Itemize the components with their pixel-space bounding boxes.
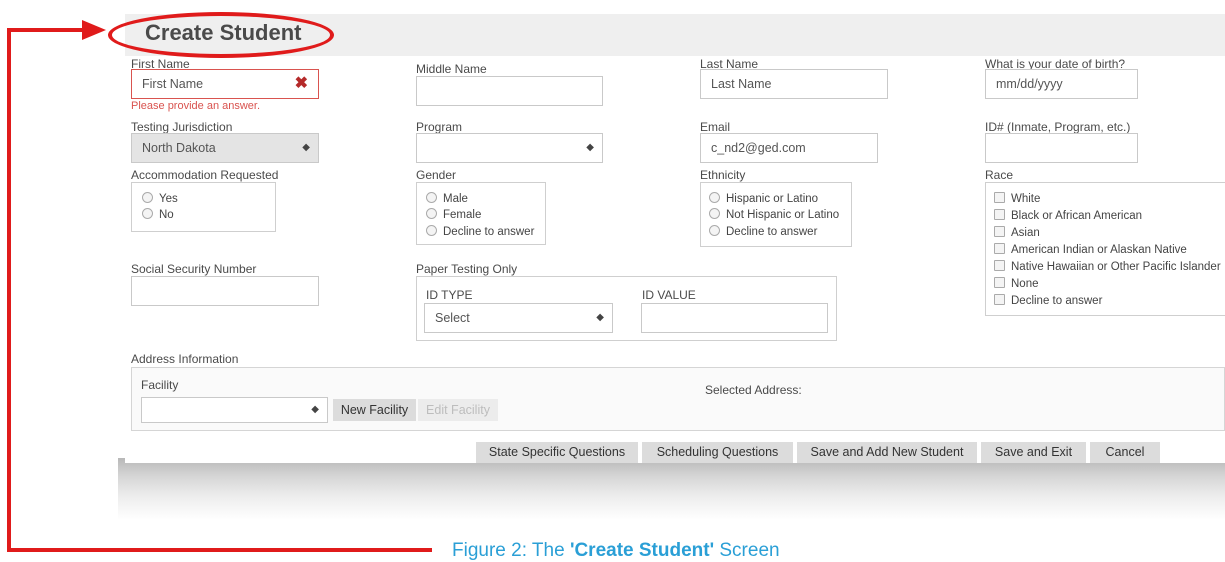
first-name-input[interactable]: First Name ✖ [131, 69, 319, 99]
facility-select[interactable]: ◆ [141, 397, 328, 423]
gender-male-radio[interactable]: Male [426, 192, 468, 205]
sort-arrows-icon: ◆ [302, 142, 310, 153]
option-label: Decline to answer [726, 226, 818, 238]
ssn-label: Social Security Number [131, 262, 257, 276]
caption-emphasis: 'Create Student' [569, 540, 715, 561]
sort-arrows-icon: ◆ [586, 142, 594, 153]
testing-jurisdiction-value: North Dakota [142, 141, 216, 155]
testing-jurisdiction-label: Testing Jurisdiction [131, 120, 233, 134]
race-none-checkbox[interactable]: None [994, 277, 1039, 290]
option-label: Female [443, 209, 482, 221]
race-white-checkbox[interactable]: White [994, 192, 1040, 205]
email-input[interactable]: c_nd2@ged.com [700, 133, 878, 163]
middle-name-input[interactable] [416, 76, 603, 106]
gender-decline-radio[interactable]: Decline to answer [426, 225, 534, 238]
first-name-error: Please provide an answer. [131, 100, 261, 112]
paper-testing-label: Paper Testing Only [416, 262, 518, 276]
option-label: Asian [1011, 227, 1040, 239]
race-asian-checkbox[interactable]: Asian [994, 226, 1040, 239]
id-value-input[interactable] [641, 303, 828, 333]
id-value-label: ID VALUE [642, 288, 696, 302]
program-select[interactable]: ◆ [416, 133, 603, 163]
option-label: Decline to answer [443, 226, 535, 238]
first-name-value: First Name [142, 77, 204, 91]
save-and-exit-button[interactable]: Save and Exit [981, 442, 1086, 463]
race-label: Race [985, 168, 1014, 182]
ethnicity-label: Ethnicity [700, 168, 746, 182]
scheduling-questions-button[interactable]: Scheduling Questions [642, 442, 793, 463]
race-black-checkbox[interactable]: Black or African American [994, 209, 1142, 222]
ssn-input[interactable] [131, 276, 319, 306]
caption-prefix: Figure 2: The [452, 540, 570, 561]
option-label: No [159, 209, 174, 221]
option-label: Native Hawaiian or Other Pacific Islande… [1011, 261, 1221, 273]
accommodation-group [131, 182, 276, 232]
option-label: Male [443, 193, 468, 205]
save-and-add-new-student-button[interactable]: Save and Add New Student [797, 442, 977, 463]
gender-female-radio[interactable]: Female [426, 208, 481, 221]
option-label: Yes [159, 193, 178, 205]
highlight-oval [108, 12, 334, 58]
callout-line-top [7, 28, 85, 32]
accommodation-yes-radio[interactable]: Yes [142, 192, 178, 205]
id-type-label: ID TYPE [426, 288, 473, 302]
facility-label: Facility [141, 378, 179, 392]
option-label: Black or African American [1011, 210, 1143, 222]
email-label: Email [700, 120, 731, 134]
option-label: None [1011, 278, 1039, 290]
ethnicity-hispanic-radio[interactable]: Hispanic or Latino [709, 192, 818, 205]
accommodation-no-radio[interactable]: No [142, 208, 174, 221]
option-label: American Indian or Alaskan Native [1011, 244, 1187, 256]
caption-suffix: Screen [714, 540, 780, 561]
last-name-placeholder: Last Name [711, 77, 772, 91]
gender-label: Gender [416, 168, 457, 182]
callout-line-vertical [7, 28, 11, 552]
race-american-indian-checkbox[interactable]: American Indian or Alaskan Native [994, 243, 1187, 256]
program-label: Program [416, 120, 463, 134]
race-pacific-islander-checkbox[interactable]: Native Hawaiian or Other Pacific Islande… [994, 260, 1221, 273]
testing-jurisdiction-select[interactable]: North Dakota ◆ [131, 133, 319, 163]
option-label: Not Hispanic or Latino [726, 209, 840, 221]
option-label: Decline to answer [1011, 295, 1103, 307]
option-label: Hispanic or Latino [726, 193, 819, 205]
last-name-input[interactable]: Last Name [700, 69, 888, 99]
new-facility-button[interactable]: New Facility [333, 399, 416, 421]
selected-address-label: Selected Address: [705, 383, 802, 397]
id-type-select[interactable]: Select ◆ [424, 303, 613, 333]
panel-shadow [118, 458, 1225, 520]
sort-arrows-icon: ◆ [596, 312, 604, 323]
race-decline-checkbox[interactable]: Decline to answer [994, 294, 1102, 307]
accommodation-label: Accommodation Requested [131, 168, 279, 182]
callout-arrow-icon [82, 20, 106, 40]
edit-facility-button[interactable]: Edit Facility [418, 399, 498, 421]
x-icon: ✖ [294, 75, 308, 92]
sort-arrows-icon: ◆ [311, 404, 319, 415]
middle-name-label: Middle Name [416, 62, 487, 76]
id-number-input[interactable] [985, 133, 1138, 163]
dob-placeholder: mm/dd/yyyy [996, 77, 1063, 91]
cancel-button[interactable]: Cancel [1090, 442, 1160, 463]
ethnicity-decline-radio[interactable]: Decline to answer [709, 225, 817, 238]
id-type-value: Select [435, 311, 470, 325]
id-number-label: ID# (Inmate, Program, etc.) [985, 120, 1131, 134]
state-specific-questions-button[interactable]: State Specific Questions [476, 442, 638, 463]
address-information-label: Address Information [131, 352, 239, 366]
dob-input[interactable]: mm/dd/yyyy [985, 69, 1138, 99]
option-label: White [1011, 193, 1041, 205]
ethnicity-not-hispanic-radio[interactable]: Not Hispanic or Latino [709, 208, 839, 221]
callout-line-bottom [7, 548, 432, 552]
email-value: c_nd2@ged.com [711, 141, 806, 155]
